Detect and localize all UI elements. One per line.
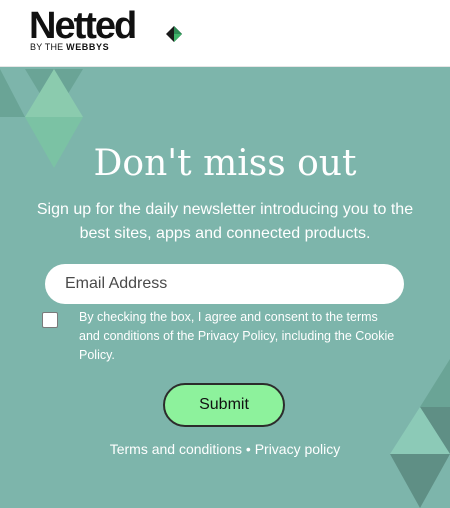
tagline-prefix: BY THE <box>30 42 64 52</box>
consent-label: By checking the box, I agree and consent… <box>79 310 395 362</box>
page-title: Don't miss out <box>93 143 357 184</box>
tagline-brand: WEBBYS <box>66 42 110 52</box>
netted-logo[interactable]: Netted BY THE WEBBYS <box>29 5 182 52</box>
privacy-link[interactable]: Privacy policy <box>255 441 341 457</box>
newsletter-section: Don't miss out Sign up for the daily new… <box>0 67 450 508</box>
email-field[interactable] <box>45 264 404 304</box>
logo-wordmark: Netted <box>29 5 137 47</box>
consent-checkbox[interactable] <box>42 312 58 328</box>
submit-button[interactable]: Submit <box>163 383 285 427</box>
logo-cube-icon <box>166 26 182 42</box>
footer-links: Terms and conditions • Privacy policy <box>0 441 450 457</box>
link-separator: • <box>245 441 251 457</box>
newsletter-description: Sign up for the daily newsletter introdu… <box>36 201 414 242</box>
site-header: Netted BY THE WEBBYS <box>0 0 450 67</box>
terms-link[interactable]: Terms and conditions <box>110 441 242 457</box>
logo-tagline: BY THE WEBBYS <box>30 42 109 52</box>
